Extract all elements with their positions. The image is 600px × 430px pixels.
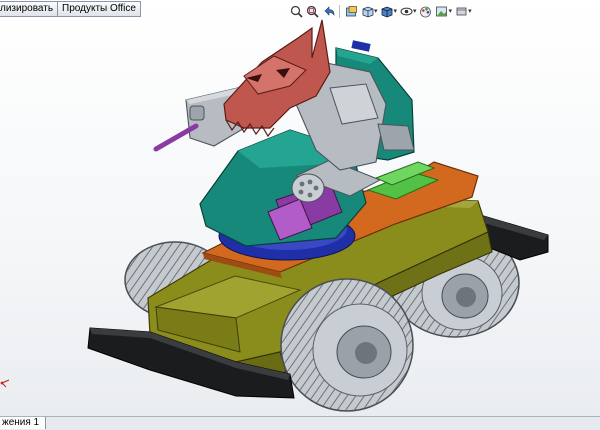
hide-show-items-icon[interactable] bbox=[399, 4, 413, 18]
chevron-down-icon[interactable]: ▾ bbox=[413, 7, 417, 15]
graphics-area[interactable]: лизировать Продукты Office ▾ ▾ ▾ ▾ ▾ жен… bbox=[0, 0, 600, 430]
wheel-front-right bbox=[280, 278, 414, 412]
command-manager-tabs: лизировать Продукты Office bbox=[0, 0, 141, 17]
coordinate-triad bbox=[0, 374, 14, 391]
model-view-tab-bar: жения 1 bbox=[0, 416, 600, 430]
heads-up-view-toolbar: ▾ ▾ ▾ ▾ ▾ bbox=[289, 4, 472, 18]
chevron-down-icon[interactable]: ▾ bbox=[394, 7, 398, 15]
view-orientation-icon[interactable] bbox=[360, 4, 374, 18]
chevron-down-icon[interactable]: ▾ bbox=[374, 7, 378, 15]
previous-view-icon[interactable] bbox=[321, 4, 335, 18]
section-view-icon[interactable] bbox=[344, 4, 358, 18]
apply-scene-icon[interactable] bbox=[435, 4, 449, 18]
tab-evaluate[interactable]: лизировать bbox=[0, 1, 59, 17]
display-style-icon[interactable] bbox=[380, 4, 394, 18]
view-settings-icon[interactable] bbox=[454, 4, 468, 18]
tab-motion-study[interactable]: жения 1 bbox=[0, 417, 47, 429]
chevron-down-icon[interactable]: ▾ bbox=[468, 7, 472, 15]
zoom-to-area-icon[interactable] bbox=[305, 4, 319, 18]
zoom-to-fit-icon[interactable] bbox=[289, 4, 303, 18]
chevron-down-icon[interactable]: ▾ bbox=[449, 7, 453, 15]
edit-appearance-icon[interactable] bbox=[419, 4, 433, 18]
robot-vehicle-model[interactable] bbox=[0, 0, 600, 429]
tab-office-products[interactable]: Продукты Office bbox=[57, 1, 141, 17]
